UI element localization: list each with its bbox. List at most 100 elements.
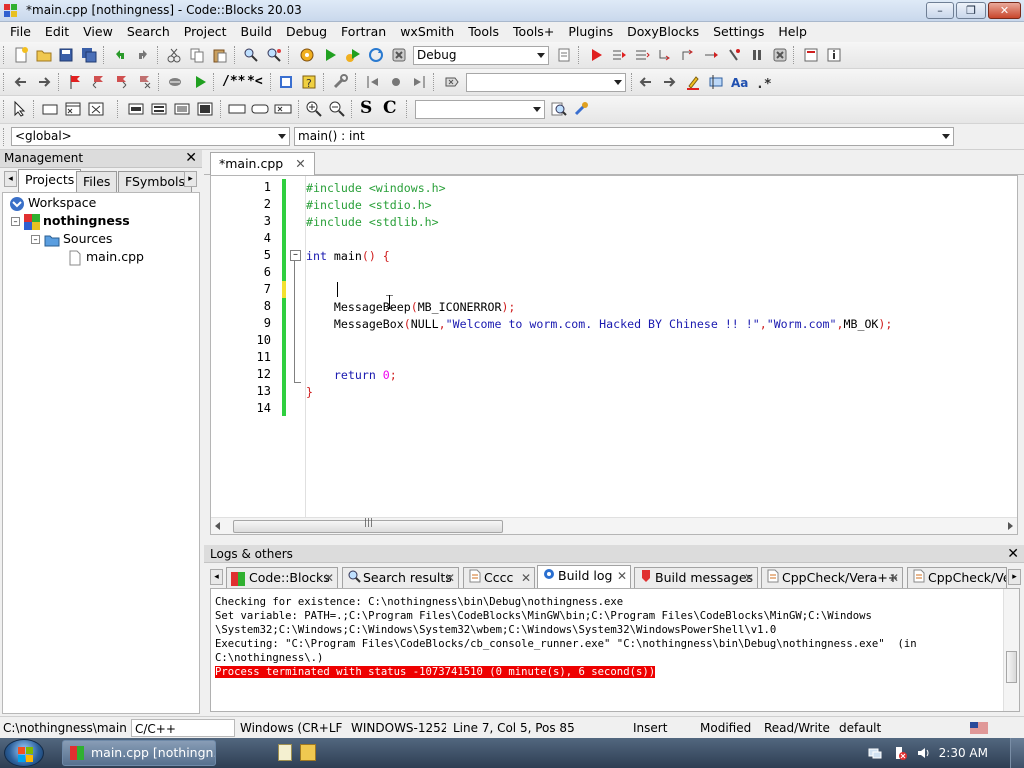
- run-icon[interactable]: [321, 46, 339, 64]
- tools-wrench-icon[interactable]: [331, 73, 349, 91]
- menu-project[interactable]: Project: [177, 22, 234, 42]
- taskbar-codeblocks-window[interactable]: main.cpp [nothingn...: [62, 740, 216, 766]
- scroll-right-icon[interactable]: [1008, 522, 1013, 530]
- doxy-run-icon[interactable]: [191, 73, 209, 91]
- logs-tabs-scroll-left-icon[interactable]: ◂: [210, 569, 223, 585]
- menu-debug[interactable]: Debug: [279, 22, 334, 42]
- editor-horizontal-scrollbar[interactable]: |||: [211, 517, 1017, 534]
- search-next-icon[interactable]: [660, 73, 678, 91]
- next-instruction-icon[interactable]: [702, 46, 720, 64]
- symbol-s-button[interactable]: S: [360, 98, 372, 118]
- tabs-scroll-left-icon[interactable]: ◂: [4, 171, 17, 187]
- close-icon[interactable]: ✕: [617, 566, 627, 586]
- close-icon[interactable]: ✕: [295, 156, 305, 171]
- minimize-button[interactable]: –: [926, 2, 954, 19]
- network-icon[interactable]: [868, 746, 882, 760]
- redo-icon[interactable]: [134, 46, 152, 64]
- step-into-icon[interactable]: [656, 46, 674, 64]
- codeblocks-app-icon[interactable]: [4, 4, 18, 18]
- panel-icon[interactable]: [87, 100, 105, 118]
- doxyblocks-icon[interactable]: [166, 73, 184, 91]
- symbol-find-icon[interactable]: [550, 100, 568, 118]
- log-vertical-scrollbar[interactable]: [1003, 589, 1019, 711]
- tab-codeblocks-log[interactable]: Code::Blocks ✕: [226, 567, 338, 588]
- step-out-icon[interactable]: [679, 46, 697, 64]
- tree-sources-folder[interactable]: – Sources: [31, 231, 112, 248]
- start-button[interactable]: [4, 739, 44, 767]
- selected-text-only-icon[interactable]: [707, 73, 725, 91]
- close-button[interactable]: ✕: [988, 2, 1021, 19]
- frame-icon[interactable]: [41, 100, 59, 118]
- paste-icon[interactable]: [211, 46, 229, 64]
- collapse-icon[interactable]: –: [11, 217, 20, 226]
- find-icon[interactable]: [242, 46, 260, 64]
- debug-windows-icon[interactable]: [802, 46, 820, 64]
- menu-edit[interactable]: Edit: [38, 22, 76, 42]
- block-comment-button[interactable]: /**: [222, 74, 245, 89]
- menu-plugins[interactable]: Plugins: [561, 22, 620, 42]
- show-desktop-button[interactable]: [1010, 738, 1024, 768]
- step-into-instruction-icon[interactable]: [725, 46, 743, 64]
- menu-tools[interactable]: Tools: [461, 22, 506, 42]
- menu-fortran[interactable]: Fortran: [334, 22, 393, 42]
- tab-files[interactable]: Files: [76, 171, 118, 192]
- tab-fsymbols[interactable]: FSymbols: [118, 171, 193, 192]
- close-icon[interactable]: ✕: [521, 568, 531, 588]
- pointer-icon[interactable]: [10, 100, 28, 118]
- copy-icon[interactable]: [188, 46, 206, 64]
- build-log-output[interactable]: Checking for existence: C:\nothingness\b…: [210, 588, 1020, 712]
- next-bookmark-icon[interactable]: [112, 73, 130, 91]
- tab-projects[interactable]: Projects: [18, 169, 82, 192]
- tree-file-main-cpp[interactable]: main.cpp: [67, 249, 144, 266]
- new-file-icon[interactable]: [12, 46, 30, 64]
- previous-function-icon[interactable]: [364, 73, 382, 91]
- logs-tabs-scroll-right-icon[interactable]: ▸: [1008, 569, 1021, 585]
- current-line-icon[interactable]: [387, 73, 405, 91]
- notepad-icon[interactable]: [278, 744, 292, 761]
- next-line-icon[interactable]: [633, 46, 651, 64]
- gridsizer-icon[interactable]: [173, 100, 191, 118]
- dialog-icon[interactable]: [64, 100, 82, 118]
- jump-back-icon[interactable]: [12, 73, 30, 91]
- save-icon[interactable]: [57, 46, 75, 64]
- symbol-settings-icon[interactable]: [572, 100, 590, 118]
- build-gear-icon[interactable]: [298, 46, 316, 64]
- collapse-icon[interactable]: –: [31, 235, 40, 244]
- logs-close-button[interactable]: ✕: [1007, 545, 1019, 563]
- volume-icon[interactable]: [916, 746, 930, 760]
- next-function-icon[interactable]: [410, 73, 428, 91]
- tab-cccc[interactable]: Cccc ✕: [463, 567, 535, 588]
- menu-wxsmith[interactable]: wxSmith: [393, 22, 461, 42]
- abort-icon[interactable]: [390, 46, 408, 64]
- doxy-help-icon[interactable]: ?: [300, 73, 318, 91]
- incremental-search-input[interactable]: [466, 73, 626, 92]
- close-icon[interactable]: ✕: [889, 568, 899, 588]
- incremental-search-icon[interactable]: [443, 73, 461, 91]
- run-to-cursor-icon[interactable]: [610, 46, 628, 64]
- pause-icon[interactable]: [748, 46, 766, 64]
- tabs-scroll-right-icon[interactable]: ▸: [184, 171, 197, 187]
- textctrl-widget-icon[interactable]: [251, 100, 269, 118]
- save-all-icon[interactable]: [80, 46, 98, 64]
- flexgridsizer-icon[interactable]: [196, 100, 214, 118]
- build-and-run-icon[interactable]: [344, 46, 362, 64]
- match-case-icon[interactable]: Aa: [730, 73, 748, 91]
- show-target-icon[interactable]: [555, 46, 573, 64]
- menu-tools-plus[interactable]: Tools+: [506, 22, 561, 42]
- toolbar-grip[interactable]: [3, 46, 6, 64]
- scrollbar-thumb[interactable]: [1006, 651, 1017, 683]
- doxy-html-icon[interactable]: [277, 73, 295, 91]
- menu-doxyblocks[interactable]: DoxyBlocks: [620, 22, 706, 42]
- zoom-out-icon[interactable]: [328, 100, 346, 118]
- editor-tab-main-cpp[interactable]: *main.cpp ✕: [210, 152, 315, 175]
- scroll-left-icon[interactable]: [215, 522, 220, 530]
- close-icon[interactable]: ✕: [324, 568, 334, 588]
- management-close-button[interactable]: ✕: [185, 150, 197, 167]
- replace-icon[interactable]: [265, 46, 283, 64]
- toggle-bookmark-icon[interactable]: [66, 73, 84, 91]
- tab-cppcheck-vera[interactable]: CppCheck/Vera++ ✕: [761, 567, 903, 588]
- code-editor[interactable]: 1 2 3 4 5 6 7 8 9 10 11 12 13 14 – #incl…: [210, 175, 1018, 535]
- tree-project[interactable]: – nothingness: [11, 213, 130, 230]
- symbol-c-button[interactable]: C: [383, 98, 397, 118]
- build-target-select[interactable]: Debug: [413, 46, 549, 65]
